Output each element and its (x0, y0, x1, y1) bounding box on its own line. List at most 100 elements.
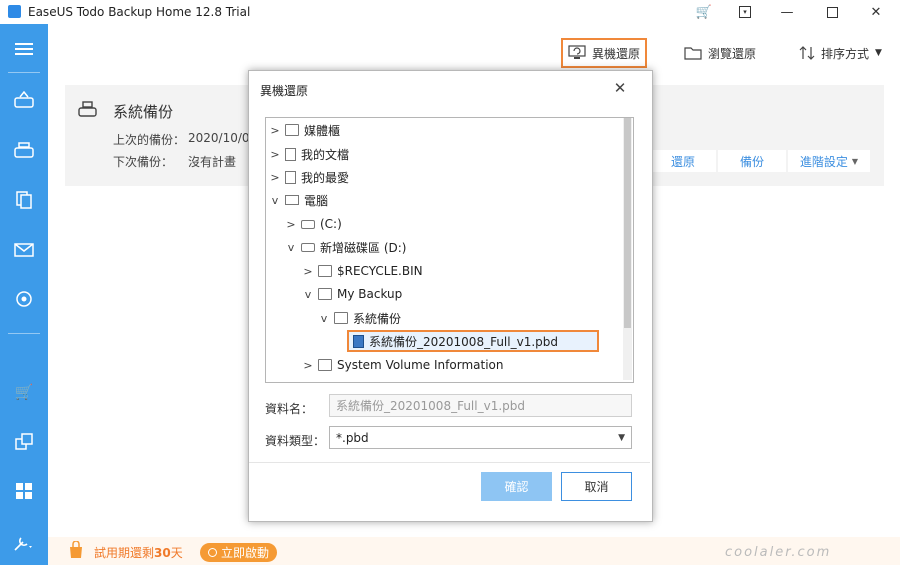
clone-icon[interactable] (0, 427, 48, 457)
windows-tools-icon[interactable] (0, 476, 48, 506)
computer-icon (285, 195, 299, 205)
advanced-settings-label: 進階設定 (799, 154, 848, 169)
tree-scrollbar-thumb[interactable] (624, 118, 631, 328)
trial-days: 30 (154, 546, 171, 560)
wrench-tools-icon[interactable] (0, 528, 48, 558)
sidebar-divider (8, 72, 40, 73)
chevron-right-icon[interactable]: > (270, 148, 280, 161)
tree-item-label: 媒體櫃 (304, 123, 341, 138)
tree-item-drive-c[interactable]: > (C:) (286, 214, 342, 234)
chevron-down-icon: ▼ (851, 156, 859, 166)
favorites-icon (285, 170, 296, 184)
app-logo-icon (8, 5, 21, 18)
document-icon (285, 147, 296, 161)
sort-icon (799, 46, 815, 60)
activate-now-label: 立即啟動 (220, 546, 269, 560)
tree-item-label: (C:) (320, 217, 342, 231)
tree-item-favorites[interactable]: > 我的最愛 (270, 167, 349, 187)
folder-icon (684, 47, 702, 60)
filename-field[interactable]: 系統備份_20201008_Full_v1.pbd (329, 394, 632, 417)
advanced-settings-button[interactable]: 進階設定 ▼ (788, 150, 870, 172)
filetype-value: *.pbd (336, 430, 369, 445)
cancel-button[interactable]: 取消 (561, 472, 632, 501)
system-backup-icon[interactable] (0, 135, 48, 165)
next-backup-label: 下次備份： (113, 155, 174, 169)
drive-icon (301, 219, 315, 229)
disk-backup-icon[interactable] (0, 85, 48, 115)
chevron-right-icon[interactable]: > (303, 265, 313, 278)
menu-icon[interactable]: ▾ (725, 0, 765, 24)
tree-item-system-backup[interactable]: v 系統備份 (319, 308, 401, 328)
file-backup-icon[interactable] (0, 185, 48, 215)
chevron-right-icon[interactable]: > (286, 218, 296, 231)
trial-prefix: 試用期還剩 (94, 546, 155, 560)
minimize-icon[interactable]: — (767, 0, 807, 24)
chevron-down-icon[interactable]: v (319, 312, 329, 325)
cart-icon[interactable]: 🛒 (0, 377, 48, 407)
ok-button[interactable]: 確認 (481, 472, 552, 501)
cart-icon[interactable]: 🛒 (684, 0, 724, 24)
trial-remaining-text: 試用期還剩30天 (94, 544, 183, 561)
next-backup-value: 沒有計畫 (188, 155, 237, 169)
tree-item-label: 我的最愛 (301, 170, 350, 185)
system-backup-icon (78, 100, 98, 121)
folder-open-icon (318, 288, 332, 300)
tree-item-media-library[interactable]: > 媒體櫃 (270, 120, 340, 140)
folder-icon (318, 359, 332, 371)
dialog-close-icon[interactable]: ✕ (610, 78, 630, 98)
chevron-down-icon: ▼ (618, 432, 625, 443)
smart-backup-icon[interactable] (0, 284, 48, 314)
tree-item-drive-d[interactable]: v 新增磁碟區 (D:) (286, 237, 407, 257)
last-backup-value: 2020/10/08 (188, 131, 258, 145)
tree-item-my-documents[interactable]: > 我的文檔 (270, 144, 349, 164)
chevron-right-icon[interactable]: > (303, 359, 313, 372)
alt-restore-label: 異機還原 (591, 46, 640, 61)
filename-value: 系統備份_20201008_Full_v1.pbd (336, 399, 526, 413)
tree-item-backup-file[interactable]: 系統備份_20201008_Full_v1.pbd (353, 331, 558, 351)
tree-item-label: 新增磁碟區 (D:) (320, 240, 407, 255)
dialog-title: 異機還原 (260, 84, 309, 98)
key-icon (207, 548, 217, 557)
tree-item-recycle-bin[interactable]: > $RECYCLE.BIN (303, 261, 423, 281)
tree-item-label: 系統備份_20201008_Full_v1.pbd (369, 334, 559, 349)
tree-item-computer[interactable]: v 電腦 (270, 190, 328, 210)
computer-restore-icon (568, 45, 586, 59)
shopping-bag-icon (68, 540, 84, 562)
tree-item-label: 電腦 (304, 193, 329, 208)
browse-restore-button[interactable]: 瀏覽還原 (684, 38, 756, 68)
restore-button[interactable]: 還原 (650, 150, 716, 172)
chevron-right-icon[interactable]: > (270, 171, 280, 184)
tree-item-system-volume-information[interactable]: > System Volume Information (303, 355, 503, 375)
dialog-divider (249, 462, 650, 463)
chevron-down-icon[interactable]: v (303, 288, 313, 301)
sort-label: 排序方式 (821, 46, 870, 61)
drive-icon (301, 242, 315, 252)
watermark: coolaler.com (725, 545, 832, 560)
tree-item-label: System Volume Information (337, 358, 504, 372)
backup-button[interactable]: 備份 (718, 150, 786, 172)
chevron-down-icon: ▼ (875, 48, 882, 58)
chevron-down-icon[interactable]: v (286, 241, 296, 254)
folder-icon (318, 265, 332, 277)
activate-now-button[interactable]: 立即啟動 (200, 543, 277, 562)
tree-item-label: 系統備份 (353, 311, 402, 326)
tree-item-my-backup[interactable]: v My Backup (303, 284, 403, 304)
alt-restore-button[interactable]: 異機還原 (561, 38, 647, 68)
filetype-label: 資料類型： (265, 434, 326, 448)
hamburger-menu-icon[interactable] (0, 34, 48, 64)
filetype-select[interactable]: *.pbd ▼ (329, 426, 632, 449)
tree-item-label: My Backup (337, 287, 403, 301)
last-backup-label: 上次的備份： (113, 133, 186, 147)
maximize-icon[interactable] (812, 0, 852, 24)
tree-item-label: $RECYCLE.BIN (337, 264, 423, 278)
trial-suffix: 天 (170, 546, 183, 560)
chevron-right-icon[interactable]: > (270, 124, 280, 137)
sort-button[interactable]: 排序方式 ▼ (799, 38, 882, 68)
chevron-down-icon[interactable]: v (270, 194, 280, 207)
window-title: EaseUS Todo Backup Home 12.8 Trial (28, 5, 251, 19)
filename-label: 資料名： (265, 402, 314, 416)
close-icon[interactable]: ✕ (856, 0, 896, 24)
backup-title: 系統備份 (113, 103, 174, 121)
mail-backup-icon[interactable] (0, 235, 48, 265)
browse-restore-label: 瀏覽還原 (708, 46, 757, 61)
